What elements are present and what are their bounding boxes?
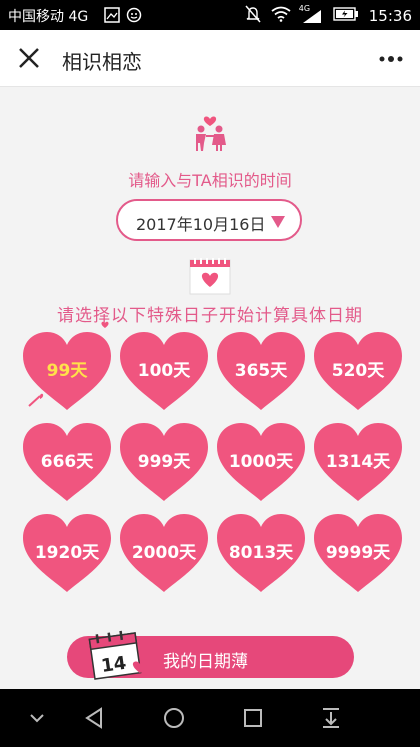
special-days-heading: 请选择以下特殊日子开始计算具体日期 — [57, 306, 363, 326]
day-option-label: 99天 — [46, 361, 88, 381]
mute-icon — [245, 5, 261, 27]
network-type-label: 4G — [298, 4, 311, 13]
carrier-label: 中国移动 4G — [8, 9, 89, 25]
day-option-heart[interactable]: 1920天 — [21, 512, 113, 596]
sparkle-icon — [99, 317, 111, 336]
dropdown-arrow-icon — [270, 214, 286, 228]
day-option-heart[interactable]: 1000天 — [215, 421, 307, 505]
day-option-label: 2000天 — [131, 543, 197, 563]
day-option-heart[interactable]: 1314天 — [312, 421, 404, 505]
recents-icon[interactable] — [240, 706, 266, 730]
day-option-label: 1000天 — [228, 452, 294, 472]
day-option-heart[interactable]: 999天 — [118, 421, 210, 505]
signal-icon: 4G — [299, 4, 323, 24]
calendar-heart-icon — [189, 257, 231, 295]
title-bar: 相识相恋 — [0, 30, 420, 87]
back-icon[interactable] — [82, 706, 108, 730]
day-option-label: 365天 — [234, 361, 288, 381]
couple-icon — [190, 107, 230, 151]
my-diary-label: 我的日期薄 — [163, 652, 248, 672]
day-option-label: 1920天 — [34, 543, 100, 563]
diary-calendar-icon: 14 — [88, 628, 152, 684]
download-icon[interactable] — [318, 706, 344, 730]
day-option-heart[interactable]: 9999天 — [312, 512, 404, 596]
main-content: 请输入与TA相识的时间 2017年10月16日 请选择以下特殊日子开始计算具体日… — [0, 87, 420, 689]
chevron-down-icon[interactable] — [24, 706, 50, 730]
day-option-label: 666天 — [40, 452, 94, 472]
meet-date-prompt: 请输入与TA相识的时间 — [128, 171, 292, 190]
day-option-heart[interactable]: 666天 — [21, 421, 113, 505]
close-icon[interactable] — [14, 43, 44, 73]
home-icon[interactable] — [161, 706, 187, 730]
sparkle-icon — [26, 392, 44, 412]
date-picker[interactable]: 2017年10月16日 — [116, 199, 302, 241]
system-nav-bar — [0, 689, 420, 747]
day-option-label: 8013天 — [228, 543, 294, 563]
battery-icon — [333, 7, 359, 25]
date-value: 2017年10月16日 — [136, 215, 266, 234]
day-option-heart[interactable]: 8013天 — [215, 512, 307, 596]
page-title: 相识相恋 — [62, 50, 142, 74]
day-option-label: 1314天 — [325, 452, 391, 472]
day-option-heart[interactable]: 2000天 — [118, 512, 210, 596]
clock: 15:36 — [368, 7, 412, 25]
sparkle-icon — [184, 423, 196, 442]
diary-icon-number: 14 — [100, 653, 128, 677]
image-notification-icon — [104, 7, 120, 27]
wifi-icon — [271, 6, 291, 26]
day-option-label: 520天 — [331, 361, 385, 381]
day-option-label: 999天 — [137, 452, 191, 472]
day-option-heart[interactable]: 100天 — [118, 330, 210, 414]
status-bar: 中国移动 4G 4G 15:36 — [0, 0, 420, 30]
day-option-label: 100天 — [137, 361, 191, 381]
face-notification-icon — [126, 7, 142, 27]
day-option-heart[interactable]: 520天 — [312, 330, 404, 414]
more-options-icon[interactable] — [376, 44, 406, 74]
day-option-heart[interactable]: 365天 — [215, 330, 307, 414]
day-option-label: 9999天 — [325, 543, 391, 563]
